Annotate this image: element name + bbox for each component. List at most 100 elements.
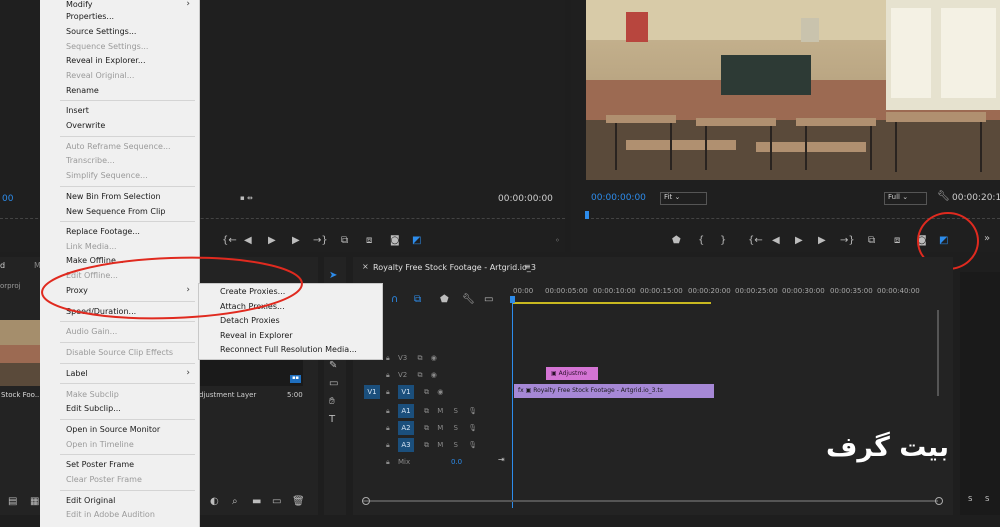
step-forward-icon[interactable]: ▶: [818, 235, 826, 247]
search-icon[interactable]: ⌕: [232, 496, 238, 508]
submenu-item-reconnect-full-resolution[interactable]: Reconnect Full Resolution Media...: [220, 345, 357, 355]
hand-tool-icon[interactable]: ✋︎: [329, 396, 335, 408]
close-icon[interactable]: ×: [362, 262, 369, 271]
step-forward-icon[interactable]: →}: [313, 235, 328, 247]
mic-icon[interactable]: 🎙︎: [468, 441, 477, 449]
scroll-handle-icon[interactable]: [362, 497, 370, 505]
play-icon[interactable]: ▶: [795, 235, 803, 247]
quality-dropdown[interactable]: Full ⌄: [884, 192, 927, 205]
menu-item-insert[interactable]: Insert: [66, 106, 89, 116]
new-item-icon[interactable]: ▭: [272, 496, 281, 508]
icon-view-icon[interactable]: ▦: [30, 496, 39, 508]
sync-icon[interactable]: ⧉: [424, 441, 429, 449]
solo-button[interactable]: S: [985, 495, 989, 503]
menu-item-new-bin[interactable]: New Bin From Selection: [66, 192, 161, 202]
menu-item-edit-subclip[interactable]: Edit Subclip...: [66, 404, 121, 414]
frame-forward-icon[interactable]: ▶: [292, 235, 300, 247]
timeline-hscroll[interactable]: [362, 500, 938, 502]
eye-icon[interactable]: ◉: [431, 371, 437, 379]
lock-icon[interactable]: 🔒︎: [386, 388, 390, 396]
play-icon[interactable]: ▶: [268, 235, 276, 247]
lock-icon[interactable]: 🔒︎: [386, 458, 390, 466]
work-area-bar[interactable]: [513, 302, 711, 304]
sync-icon[interactable]: ⧉: [424, 388, 429, 396]
mark-in-icon[interactable]: {: [698, 235, 704, 247]
project-tab[interactable]: d: [0, 261, 5, 270]
mix-value[interactable]: 0.0: [451, 458, 462, 466]
lift-icon[interactable]: ⧉: [868, 235, 875, 247]
submenu-item-reveal-in-explorer[interactable]: Reveal in Explorer: [220, 331, 293, 341]
timeline-vscroll[interactable]: [937, 310, 939, 396]
track-target-a1[interactable]: A1: [398, 404, 414, 418]
sync-icon[interactable]: ⧉: [424, 424, 429, 432]
go-in-icon[interactable]: {←: [748, 235, 763, 247]
rectangle-tool-icon[interactable]: ▭: [329, 378, 338, 390]
menu-item-rename[interactable]: Rename: [66, 86, 99, 96]
mic-icon[interactable]: 🎙︎: [468, 407, 477, 415]
menu-item-set-poster-frame[interactable]: Set Poster Frame: [66, 460, 134, 470]
menu-item-reveal-in-explorer[interactable]: Reveal in Explorer...: [66, 56, 145, 66]
linked-selection-icon[interactable]: ⧉: [414, 294, 421, 306]
source-patch-v1[interactable]: V1: [364, 385, 380, 399]
fit-dropdown[interactable]: Fit ⌄: [660, 192, 707, 205]
sync-icon[interactable]: ⧉: [417, 371, 422, 379]
lock-icon[interactable]: 🔒︎: [386, 371, 390, 379]
new-bin-icon[interactable]: ▬: [252, 496, 261, 508]
menu-item-source-settings[interactable]: Source Settings...: [66, 27, 136, 37]
menu-item-properties[interactable]: Properties...: [66, 12, 114, 22]
menu-item-new-sequence[interactable]: New Sequence From Clip: [66, 207, 165, 217]
list-view-icon[interactable]: ▤: [8, 496, 17, 508]
track-target-v1[interactable]: V1: [398, 385, 414, 399]
overwrite-icon[interactable]: ⧈: [366, 235, 372, 247]
adjustment-clip[interactable]: ▣ Adjustme: [546, 367, 598, 380]
menu-item-label[interactable]: Label: [66, 369, 88, 379]
go-out-icon[interactable]: →}: [840, 235, 855, 247]
menu-item-open-source-monitor[interactable]: Open in Source Monitor: [66, 425, 160, 435]
adjustment-thumb[interactable]: [199, 360, 303, 386]
video-clip[interactable]: fx ▣ Royalty Free Stock Footage - Artgri…: [514, 384, 714, 398]
playhead-handle[interactable]: [510, 296, 515, 303]
menu-item-edit-original[interactable]: Edit Original: [66, 496, 115, 506]
add-marker-icon[interactable]: ⬟: [440, 294, 449, 306]
step-back-icon[interactable]: ◀: [772, 235, 780, 247]
lock-icon[interactable]: 🔒︎: [386, 441, 390, 449]
selection-tool-icon[interactable]: ➤: [329, 270, 337, 282]
add-marker-icon[interactable]: ⬟: [672, 235, 681, 247]
timeline-playhead[interactable]: [512, 296, 513, 508]
step-back-icon[interactable]: {←: [222, 235, 237, 247]
trash-icon[interactable]: 🗑︎: [292, 496, 305, 508]
eye-icon[interactable]: ◉: [431, 354, 437, 362]
menu-item-overwrite[interactable]: Overwrite: [66, 121, 105, 131]
timeline-menu-icon[interactable]: ≡: [524, 262, 531, 271]
type-tool-icon[interactable]: T: [329, 414, 335, 426]
track-target-a2[interactable]: A2: [398, 421, 414, 435]
menu-item-replace-footage[interactable]: Replace Footage...: [66, 227, 140, 237]
mark-out-icon[interactable]: }: [720, 235, 726, 247]
extract-icon[interactable]: ⧈: [894, 235, 900, 247]
camera-icon[interactable]: ◙: [390, 235, 400, 247]
menu-item-modify[interactable]: Modify: [66, 0, 93, 10]
zoom-slider-icon[interactable]: ◐: [210, 496, 219, 508]
eye-icon[interactable]: ◉: [437, 388, 443, 396]
wrench-icon[interactable]: 🔧︎: [937, 191, 950, 203]
sync-icon[interactable]: ⧉: [424, 407, 429, 415]
mic-icon[interactable]: 🎙︎: [468, 424, 477, 432]
track-target-a3[interactable]: A3: [398, 438, 414, 452]
pen-tool-icon[interactable]: ✎: [329, 360, 337, 372]
lock-icon[interactable]: 🔒︎: [386, 354, 390, 362]
frame-back-icon[interactable]: ◀: [244, 235, 252, 247]
settings-icon[interactable]: ◦: [555, 235, 560, 247]
lock-icon[interactable]: 🔒︎: [386, 424, 390, 432]
lock-icon[interactable]: 🔒︎: [386, 407, 390, 415]
more-icon[interactable]: »: [984, 233, 990, 245]
playhead-marker[interactable]: [585, 211, 589, 219]
wrench-icon[interactable]: 🔧︎: [462, 294, 475, 306]
scroll-handle-icon[interactable]: [935, 497, 943, 505]
clip-thumbnail[interactable]: [0, 320, 40, 386]
snap-icon[interactable]: ∩: [391, 294, 398, 306]
sync-icon[interactable]: ⧉: [417, 354, 422, 362]
solo-button[interactable]: S: [968, 495, 972, 503]
proxy-toggle-icon[interactable]: ◩: [412, 235, 421, 247]
captions-icon[interactable]: ▭: [484, 294, 493, 306]
insert-icon[interactable]: ⧉: [341, 235, 348, 247]
